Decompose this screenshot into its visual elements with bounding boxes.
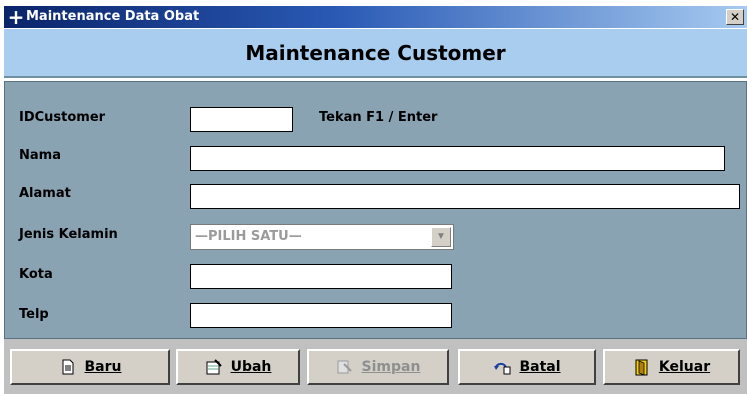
page-title: Maintenance Customer xyxy=(245,41,506,65)
title-bar[interactable]: + Maintenance Data Obat ✕ xyxy=(4,6,747,28)
alamat-label: Alamat xyxy=(19,186,71,201)
alamat-input[interactable] xyxy=(190,184,740,209)
ubah-button[interactable]: Ubah xyxy=(176,349,300,385)
close-icon: ✕ xyxy=(729,10,741,24)
ubah-label: Ubah xyxy=(230,359,272,375)
form-panel: IDCustomer Tekan F1 / Enter Nama Alamat … xyxy=(4,81,747,339)
header-banner: Maintenance Customer xyxy=(4,28,747,78)
button-bar: Baru Ubah Simpan Batal Keluar xyxy=(4,339,747,394)
telp-input[interactable] xyxy=(190,303,452,328)
baru-button[interactable]: Baru xyxy=(10,349,170,385)
edit-icon xyxy=(206,359,222,375)
window-title: Maintenance Data Obat xyxy=(26,9,200,24)
hint-text: Tekan F1 / Enter xyxy=(319,110,438,125)
save-icon xyxy=(337,360,352,374)
keluar-button[interactable]: Keluar xyxy=(603,349,740,385)
plus-icon: + xyxy=(7,6,25,29)
nama-input[interactable] xyxy=(190,146,725,171)
kota-label: Kota xyxy=(19,267,53,282)
chevron-down-icon[interactable]: ▼ xyxy=(431,227,451,247)
idcustomer-input[interactable] xyxy=(190,107,293,132)
exit-door-icon xyxy=(635,359,648,376)
document-icon xyxy=(62,359,73,375)
form-window: + Maintenance Data Obat ✕ Maintenance Cu… xyxy=(4,6,747,394)
batal-button[interactable]: Batal xyxy=(458,349,596,385)
simpan-label: Simpan xyxy=(361,359,421,375)
jenis-kelamin-label: Jenis Kelamin xyxy=(19,227,118,242)
jenis-kelamin-value: —PILIH SATU— xyxy=(195,229,302,244)
close-button[interactable]: ✕ xyxy=(726,9,744,25)
jenis-kelamin-select[interactable]: —PILIH SATU— ▼ xyxy=(190,224,454,250)
baru-label: Baru xyxy=(84,359,122,375)
idcustomer-label: IDCustomer xyxy=(19,110,106,125)
keluar-label: Keluar xyxy=(658,359,711,375)
telp-label: Telp xyxy=(19,307,49,322)
nama-label: Nama xyxy=(19,148,61,163)
simpan-button[interactable]: Simpan xyxy=(307,349,449,385)
batal-label: Batal xyxy=(519,359,561,375)
kota-input[interactable] xyxy=(190,264,452,289)
undo-icon xyxy=(494,362,511,375)
